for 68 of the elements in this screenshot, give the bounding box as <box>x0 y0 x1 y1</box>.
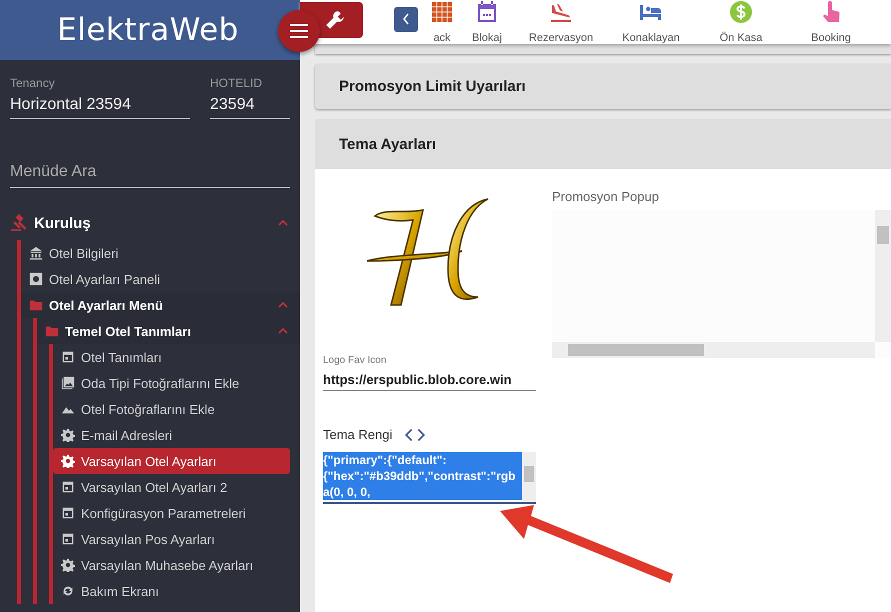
field-value: https://erspublic.blob.core.win <box>323 372 513 387</box>
toolbar-label: Blokaj <box>472 32 502 44</box>
gear-icon <box>61 454 75 468</box>
menu-item[interactable]: Temel Otel Tanımları <box>37 318 300 344</box>
menu-icon <box>290 24 308 38</box>
field-label: Logo Fav Icon <box>323 355 388 366</box>
menu-label: Varsayılan Pos Ayarları <box>81 532 216 546</box>
gavel-icon <box>10 214 28 232</box>
panel-title: Promosyon Limit Uyarıları <box>339 78 526 95</box>
wrench-icon <box>325 10 345 30</box>
menu-label: E-mail Adresleri <box>81 428 174 442</box>
menu-label: Varsayılan Otel Ayarları <box>81 454 218 468</box>
menu-label: Otel Ayarları Paneli <box>49 272 162 286</box>
photos-icon <box>61 376 75 390</box>
field-value: Horizontal 23594 <box>10 96 132 114</box>
field-label: Tenancy <box>10 76 56 90</box>
code-icon[interactable] <box>404 428 426 442</box>
toolbar-button[interactable]: Blokaj <box>458 0 516 44</box>
menu-label: Bakım Ekranı <box>81 584 160 598</box>
menu-label: Varsayılan Otel Ayarları 2 <box>81 480 228 494</box>
scrollbar[interactable] <box>522 452 536 502</box>
folder-icon <box>45 324 59 338</box>
toolbar-label: Rezervasyon <box>528 32 594 44</box>
field-label: HOTELID <box>210 76 264 90</box>
gear-icon <box>61 558 75 572</box>
back-button[interactable] <box>394 6 418 32</box>
menu-label: Oda Tipi Fotoğraflarını Ekle <box>81 376 240 390</box>
menu-label: Varsayılan Muhasebe Ayarları <box>81 558 254 572</box>
field-label: Tema Rengi <box>323 427 392 442</box>
toolbar-label: Konaklayan <box>622 32 680 44</box>
menu-search-field[interactable]: Menüde Ara <box>10 159 290 188</box>
chevron-left-icon <box>402 13 410 25</box>
menu-label: Otel Tanımları <box>81 350 163 364</box>
menu-label: Otel Ayarları Menü <box>49 298 164 312</box>
toolbar-label: Booking <box>811 32 851 44</box>
menu-label: Otel Fotoğraflarını Ekle <box>81 402 216 416</box>
calendar-icon <box>61 480 75 494</box>
menu-label: Temel Otel Tanımları <box>65 324 192 338</box>
panel-title: Tema Ayarları <box>339 136 436 152</box>
field-label: Promosyon Popup <box>552 189 660 204</box>
menu-item[interactable]: Varsayılan Otel Ayarları <box>53 448 290 474</box>
menu-label: Konfigürasyon Parametreleri <box>81 506 247 520</box>
toolbar-button[interactable]: Konaklayan <box>606 0 696 44</box>
calendar-icon <box>61 350 75 364</box>
scrollbar[interactable] <box>875 210 891 342</box>
menu-label: Otel Bilgileri <box>49 246 120 260</box>
menu-label: Kuruluş <box>34 214 92 232</box>
folder-icon <box>29 298 43 312</box>
logo-url-field[interactable]: Logo Fav Icon https://erspublic.blob.core.win <box>323 355 536 391</box>
scrollbar[interactable] <box>552 342 875 358</box>
panel-header[interactable]: Promosyon Limit Uyarıları <box>315 64 891 109</box>
refresh-icon <box>61 584 75 598</box>
toolbar-button[interactable]: Booking <box>786 0 876 44</box>
gear-icon <box>61 428 75 442</box>
hotel-id-field[interactable]: HOTELID 23594 <box>210 76 290 119</box>
toolbar-button[interactable]: ack <box>426 0 458 44</box>
tenancy-field[interactable]: Tenancy Horizontal 23594 <box>10 76 190 119</box>
toolbar-label: Ön Kasa <box>720 32 762 44</box>
field-value: 23594 <box>210 96 256 114</box>
toolbar-button[interactable]: Rezervasyon <box>516 0 606 44</box>
bank-icon <box>29 246 43 260</box>
toolbar-button[interactable]: Ön Kasa <box>696 0 786 44</box>
brand-logo-text: ElektraWeb <box>57 12 240 48</box>
panel-header[interactable]: Tema Ayarları <box>315 119 891 169</box>
calendar-icon <box>61 532 75 546</box>
calendar-icon <box>61 506 75 520</box>
toolbar-label: ack <box>433 32 451 44</box>
gearbox-icon <box>29 272 43 286</box>
